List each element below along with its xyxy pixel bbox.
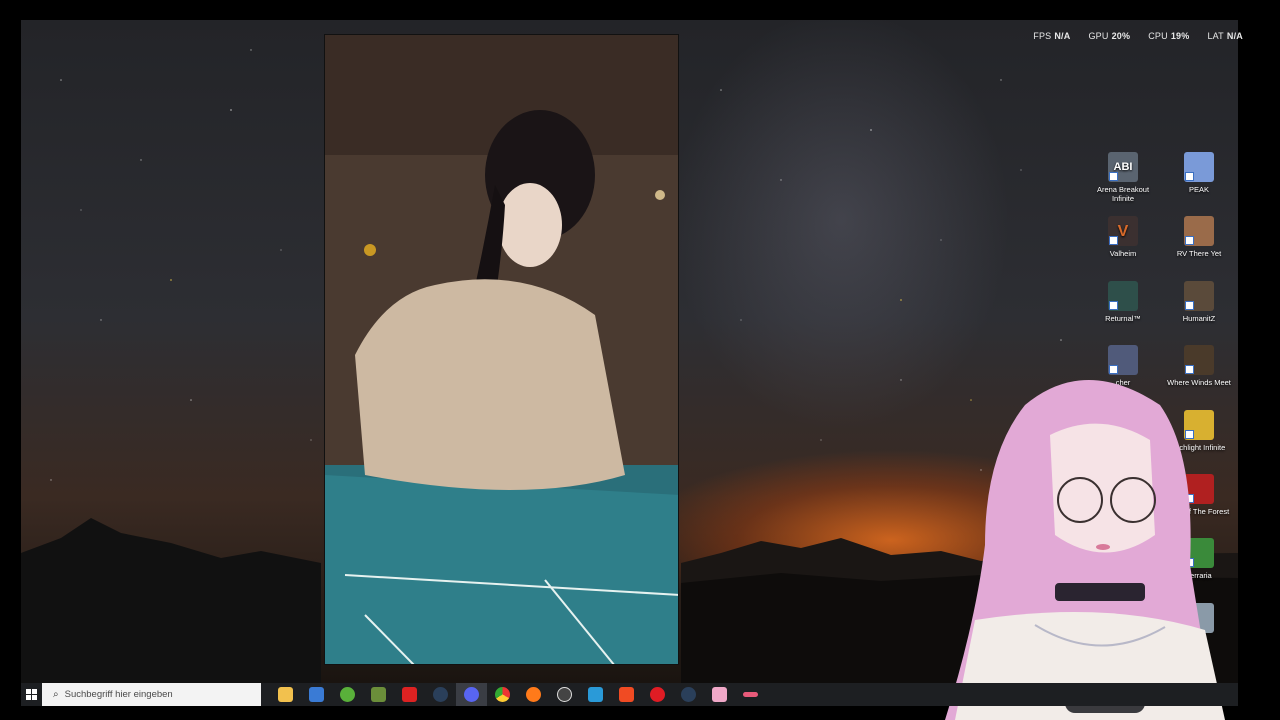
returnal-icon — [1108, 281, 1138, 311]
vtuber-avatar-overlay — [945, 380, 1225, 720]
taskbar-mega[interactable] — [394, 683, 425, 706]
pink-app-icon — [712, 687, 727, 702]
steam-icon — [681, 687, 696, 702]
pen-icon — [743, 692, 758, 697]
file-explorer-icon — [278, 687, 293, 702]
taskbar-pinned-apps — [270, 683, 766, 706]
desktop-icon-label: Arena Breakout Infinite — [1096, 185, 1150, 203]
video-player-window[interactable] — [324, 34, 679, 665]
opera-icon — [650, 687, 665, 702]
app-blue-icon — [588, 687, 603, 702]
taskbar-brave[interactable] — [611, 683, 642, 706]
performance-overlay: FPS N/A GPU 20% CPU 19% LAT N/A — [1033, 31, 1243, 41]
taskbar-steam[interactable] — [425, 683, 456, 706]
desktop-icon-label: RV There Yet — [1176, 249, 1222, 258]
desktop-icon-humanitz[interactable]: HumanitZ — [1163, 281, 1235, 323]
obs-icon — [557, 687, 572, 702]
steam-icon — [433, 687, 448, 702]
store-icon — [309, 687, 324, 702]
taskbar-firefox[interactable] — [518, 683, 549, 706]
xbox-icon — [340, 687, 355, 702]
desktop-icon-returnal[interactable]: Returnal™ — [1087, 281, 1159, 323]
desktop-icon-label: HumanitZ — [1182, 314, 1216, 323]
taskbar-search-input[interactable]: ⌕ Suchbegriff hier eingeben — [42, 683, 261, 706]
mega-icon — [402, 687, 417, 702]
arena-breakout-icon: ABI — [1108, 152, 1138, 182]
taskbar-obs[interactable] — [549, 683, 580, 706]
peak-icon — [1184, 152, 1214, 182]
firefox-icon — [526, 687, 541, 702]
desktop-icon-peak[interactable]: PEAK — [1163, 152, 1235, 194]
desktop-icon-arena-breakout[interactable]: ABI Arena Breakout Infinite — [1087, 152, 1159, 203]
taskbar-app-blue[interactable] — [580, 683, 611, 706]
brave-icon — [619, 687, 634, 702]
humanitz-icon — [1184, 281, 1214, 311]
lat-stat: LAT N/A — [1207, 31, 1243, 41]
taskbar-chrome[interactable] — [487, 683, 518, 706]
taskbar: ⌕ Suchbegriff hier eingeben — [21, 683, 1238, 706]
fps-stat: FPS N/A — [1033, 31, 1071, 41]
taskbar-store[interactable] — [301, 683, 332, 706]
desktop-icon-rv-there-yet[interactable]: RV There Yet — [1163, 216, 1235, 258]
chrome-icon — [495, 687, 510, 702]
taskbar-xbox[interactable] — [332, 683, 363, 706]
start-button[interactable] — [21, 683, 42, 706]
search-placeholder: Suchbegriff hier eingeben — [64, 689, 173, 700]
desktop-icon-valheim[interactable]: V Valheim — [1087, 216, 1159, 258]
taskbar-discord[interactable] — [456, 683, 487, 706]
discord-icon — [464, 687, 479, 702]
desktop-icon-label: PEAK — [1188, 185, 1209, 194]
taskbar-file-explorer[interactable] — [270, 683, 301, 706]
desktop-icon-label: Returnal™ — [1105, 314, 1141, 323]
video-frame — [325, 35, 678, 664]
minecraft-icon — [371, 687, 386, 702]
taskbar-pink-app[interactable] — [704, 683, 735, 706]
cpu-stat: CPU 19% — [1148, 31, 1190, 41]
search-icon: ⌕ — [53, 689, 59, 700]
taskbar-steam-2[interactable] — [673, 683, 704, 706]
taskbar-pen-app[interactable] — [735, 683, 766, 706]
taskbar-minecraft[interactable] — [363, 683, 394, 706]
windows-icon — [26, 689, 37, 700]
desktop-icon-label: Valheim — [1109, 249, 1137, 258]
gpu-stat: GPU 20% — [1088, 31, 1131, 41]
taskbar-opera[interactable] — [642, 683, 673, 706]
valheim-icon: V — [1108, 216, 1138, 246]
rv-there-yet-icon — [1184, 216, 1214, 246]
